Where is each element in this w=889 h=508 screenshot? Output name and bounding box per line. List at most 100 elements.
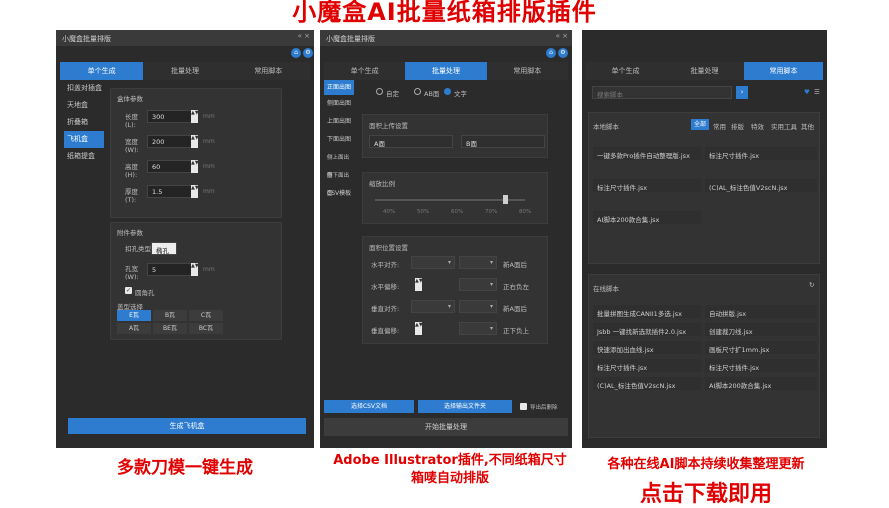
online-script-item[interactable]: 自动拼版.jsx	[705, 305, 817, 318]
sidebar-item-bottom[interactable]: 下面出图	[324, 131, 354, 149]
local-script-item[interactable]: 标注尺寸插件.jsx	[705, 147, 817, 160]
online-script-item[interactable]: 标注尺寸插件.jsx	[705, 359, 817, 372]
pos-select[interactable]	[459, 322, 497, 335]
window-controls[interactable]: « ×	[298, 32, 310, 40]
window-controls[interactable]: « ×	[556, 32, 568, 40]
refresh-icon[interactable]: ↻	[809, 281, 814, 289]
height-input[interactable]: 60	[147, 160, 193, 173]
pos-select[interactable]	[459, 256, 497, 269]
search-input[interactable]: 搜索脚本	[592, 86, 732, 99]
length-stepper[interactable]: ▲▼	[191, 110, 199, 123]
filter-other[interactable]: 其他	[801, 121, 814, 131]
tab-single-generate[interactable]: 单个生成	[586, 62, 665, 80]
settings-icon[interactable]: ⚙	[558, 48, 568, 58]
thickness-input[interactable]: 1.5	[147, 185, 193, 198]
scale-tick: 60%	[451, 209, 464, 215]
lid-option-b[interactable]: B瓦	[153, 310, 187, 321]
tab-batch[interactable]: 批量处理	[665, 62, 744, 80]
filter-tools[interactable]: 实用工具	[771, 121, 797, 131]
hole-width-input[interactable]: 5	[147, 263, 193, 276]
online-script-item[interactable]: Jsbb 一键找新选就插件2.0.jsx	[593, 323, 701, 336]
export-delete-checkbox[interactable]	[520, 403, 527, 410]
caption-generate: 多款刀模一键生成	[117, 458, 253, 478]
sidebar-item-tuck-box[interactable]: 扣盖对插盒	[64, 80, 104, 97]
lid-option-a[interactable]: A瓦	[117, 323, 151, 334]
select-csv-button[interactable]: 选择CSV文档	[324, 400, 414, 413]
pos-select[interactable]	[411, 256, 455, 269]
filter-layout[interactable]: 排版	[731, 121, 744, 131]
local-script-item[interactable]: (C)AL_标注色值V2scN.jsx	[705, 179, 817, 192]
scale-slider-handle[interactable]	[503, 195, 508, 204]
sidebar-item-lid-box[interactable]: 天地盒	[64, 97, 104, 114]
tab-batch[interactable]: 批量处理	[143, 62, 227, 80]
thickness-stepper[interactable]: ▲▼	[191, 185, 199, 198]
height-stepper[interactable]: ▲▼	[191, 160, 199, 173]
sidebar-item-side-bottom[interactable]: 侧下面出图	[324, 167, 354, 197]
radio-text[interactable]	[444, 88, 451, 95]
online-script-item[interactable]: 画板尺寸扩1mm.jsx	[705, 341, 817, 354]
menu-icon[interactable]: ☰	[814, 88, 820, 96]
filter-common[interactable]: 常用	[713, 121, 726, 131]
online-script-item[interactable]: 批量拼图生成CANII1多选.jsx	[593, 305, 701, 318]
window-title: 小魔盒批量排版	[326, 35, 375, 43]
sidebar-item-side[interactable]: 侧面出图	[324, 95, 354, 113]
heart-icon[interactable]: ♥	[804, 88, 810, 96]
tab-scripts[interactable]: 常用脚本	[226, 62, 310, 80]
online-script-item[interactable]: 快速添加出血线.jsx	[593, 341, 701, 354]
tab-batch[interactable]: 批量处理	[405, 62, 487, 80]
sidebar-item-top[interactable]: 上面出图	[324, 113, 354, 131]
online-script-item[interactable]: AI脚本200款合集.jsx	[705, 377, 817, 390]
local-script-item[interactable]: 一键多款Pro插件自动整理版.jsx	[593, 147, 701, 160]
online-script-item[interactable]: 标注尺寸插件.jsx	[593, 359, 701, 372]
panel-scripts: 单个生成 批量处理 常用脚本 搜索脚本 › ♥ ☰ 本地脚本 全部 常用 排版 …	[582, 30, 827, 448]
online-script-item[interactable]: 创建裁刀线.jsx	[705, 323, 817, 336]
local-script-item[interactable]: 标注尺寸插件.jsx	[593, 179, 701, 192]
lid-option-c[interactable]: C瓦	[189, 310, 223, 321]
sidebar-item-front[interactable]: 正面出图	[324, 80, 354, 95]
pos-label: 垂直对齐:	[371, 305, 400, 313]
radio-custom[interactable]	[376, 88, 383, 95]
round-hole-checkbox[interactable]: ✓	[125, 287, 132, 294]
sidebar-item-csv[interactable]: CSV模板	[324, 185, 354, 203]
pos-select[interactable]	[459, 300, 497, 313]
generate-button[interactable]: 生成飞机盒	[68, 418, 306, 434]
sidebar-item-mailer-box[interactable]: 飞机盒	[64, 131, 104, 148]
radio-ab[interactable]	[414, 88, 421, 95]
sidebar-item-handle-box[interactable]: 纸箱提盒	[64, 148, 104, 165]
sidebar-item-side-top[interactable]: 侧上面出图	[324, 149, 354, 179]
local-script-item[interactable]: AI脚本200款合集.jsx	[593, 211, 701, 224]
unit-label: mm	[203, 266, 215, 273]
tab-scripts[interactable]: 常用脚本	[486, 62, 568, 80]
input-a[interactable]: A面	[369, 135, 453, 148]
tab-single-generate[interactable]: 单个生成	[324, 62, 406, 80]
select-folder-button[interactable]: 选择输出文件夹	[418, 400, 512, 413]
lid-option-e[interactable]: E瓦	[117, 310, 151, 321]
length-input[interactable]: 300	[147, 110, 193, 123]
tab-single-generate[interactable]: 单个生成	[60, 62, 144, 80]
width-input[interactable]: 200	[147, 135, 193, 148]
start-batch-button[interactable]: 开始批量处理	[324, 418, 568, 436]
toolbar: ⌂ ⚙	[56, 46, 314, 62]
online-script-item[interactable]: (C)AL_标注色值V2scN.jsx	[593, 377, 701, 390]
input-b-label: B面	[466, 140, 477, 148]
lid-option-be[interactable]: BE瓦	[153, 323, 187, 334]
radio-ab-label: AB面	[424, 90, 440, 98]
sidebar-item-fold-box[interactable]: 折叠箱	[64, 114, 104, 131]
toolbar	[582, 46, 827, 62]
filter-effects[interactable]: 特效	[751, 121, 764, 131]
hole-width-stepper[interactable]: ▲▼	[191, 263, 199, 276]
tab-scripts[interactable]: 常用脚本	[744, 62, 823, 80]
width-stepper[interactable]: ▲▼	[191, 135, 199, 148]
pos-select[interactable]	[459, 278, 497, 291]
pos-select[interactable]	[411, 300, 455, 313]
pos-stepper[interactable]: ▲▼	[415, 278, 423, 291]
settings-icon[interactable]: ⚙	[303, 48, 313, 58]
hole-type-select[interactable]: 椭孔	[151, 242, 177, 255]
pos-stepper[interactable]: ▲▼	[415, 322, 423, 335]
input-b[interactable]: B面	[461, 135, 545, 148]
home-icon[interactable]: ⌂	[291, 48, 301, 58]
lid-option-bc[interactable]: BC瓦	[189, 323, 223, 334]
home-icon[interactable]: ⌂	[546, 48, 556, 58]
filter-all[interactable]: 全部	[691, 119, 709, 130]
search-button[interactable]: ›	[736, 86, 748, 99]
